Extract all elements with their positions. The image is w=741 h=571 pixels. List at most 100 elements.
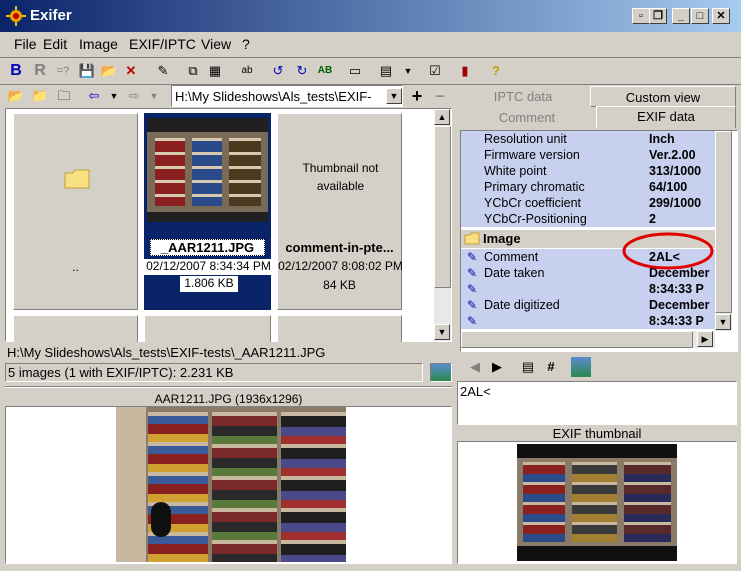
minimize-button[interactable]: _ xyxy=(672,8,690,24)
thumbnail-item[interactable] xyxy=(144,315,271,342)
thumbnail-date: 02/12/2007 8:08:02 PM xyxy=(278,259,403,273)
exif-row[interactable]: YCbCr coefficient 299/1000 xyxy=(466,196,714,212)
restore-window-button[interactable]: ❐ xyxy=(649,8,667,24)
table-icon[interactable]: ▦ xyxy=(205,61,225,81)
r-icon[interactable]: R xyxy=(30,61,50,81)
exif-row[interactable]: Resolution unit Inch xyxy=(466,132,714,148)
path-text: H:\My Slideshows\Als_tests\EXIF- xyxy=(175,89,372,104)
preview-caption: AAR1211.JPG (1936x1296) xyxy=(154,392,303,406)
tab-comment[interactable]: Comment xyxy=(458,108,596,128)
folder-open-icon[interactable]: 📂 xyxy=(6,86,26,106)
thumbnail-item[interactable] xyxy=(277,315,402,342)
thumbnail-size-box: 1.806 KB xyxy=(180,276,238,292)
title-bar[interactable] xyxy=(0,0,741,32)
thumbnail-size: 84 KB xyxy=(323,278,356,292)
comment-text: 2AL< xyxy=(460,384,491,399)
thumbnail-selected[interactable]: _AAR1211.JPG 02/12/2007 8:34:34 PM 1.806… xyxy=(142,113,275,310)
spellcheck-icon[interactable]: AB xyxy=(315,61,335,81)
image-count-text: 5 images (1 with EXIF/IPTC): 2.231 KB xyxy=(8,365,234,380)
scroll-down-button[interactable]: ▼ xyxy=(715,314,731,330)
tab-exif-data[interactable]: EXIF data xyxy=(596,106,736,128)
menu-view[interactable]: View xyxy=(201,36,231,52)
back-dropdown-icon[interactable]: ▼ xyxy=(104,86,124,106)
monitor-icon[interactable]: ▭ xyxy=(345,61,365,81)
image-group-label: Image xyxy=(483,231,521,246)
preview-image[interactable] xyxy=(116,407,346,562)
bold-b-icon[interactable]: B xyxy=(6,61,26,81)
thumbnail-photo xyxy=(147,118,268,222)
copy-icon[interactable]: ⧉ xyxy=(183,61,203,81)
scroll-down-button[interactable]: ▼ xyxy=(434,324,450,340)
close-button[interactable]: ✕ xyxy=(712,8,730,24)
phone-icon[interactable]: ▮ xyxy=(455,61,475,81)
folder-up-icon[interactable]: 📁 xyxy=(30,86,50,106)
back-arrow-icon[interactable]: ⇦ xyxy=(84,86,104,106)
app-icon xyxy=(6,6,26,26)
list-view-icon[interactable]: ▤ xyxy=(518,357,538,377)
rotate-right-icon[interactable]: ↻ xyxy=(292,61,312,81)
scroll-thumb[interactable] xyxy=(434,126,451,288)
edit-icon[interactable]: ✎ xyxy=(467,266,477,280)
exif-thumbnail-image[interactable] xyxy=(517,444,677,561)
delete-icon[interactable]: ✕ xyxy=(121,61,141,81)
grid-view-icon[interactable]: ▤ xyxy=(376,61,396,81)
edit-icon[interactable]: ✎ xyxy=(467,314,477,328)
open-folder-icon[interactable]: 📂 xyxy=(99,61,119,81)
scroll-thumb[interactable] xyxy=(461,331,693,348)
scroll-thumb[interactable] xyxy=(715,131,732,313)
thumbnail-item[interactable] xyxy=(13,315,138,342)
tab-custom-view[interactable]: Custom view xyxy=(590,86,736,107)
thumbnail-parent-folder[interactable]: .. xyxy=(13,113,138,310)
image-row[interactable]: ✎ Date digitized December xyxy=(466,298,714,314)
menu-file[interactable]: File xyxy=(14,36,37,52)
compare-icon[interactable]: =? xyxy=(53,61,73,81)
previous-icon[interactable]: ◀ xyxy=(465,357,485,377)
path-dropdown-button[interactable]: ▼ xyxy=(386,88,402,104)
edit-icon[interactable]: ✎ xyxy=(467,298,477,312)
restore-small-icon[interactable]: ▫ xyxy=(632,8,650,24)
edit-icon[interactable]: ✎ xyxy=(153,61,173,81)
image-view-icon[interactable] xyxy=(571,357,591,377)
tab-iptc-data[interactable]: IPTC data xyxy=(458,86,588,107)
dropdown-arrow-icon[interactable]: ▼ xyxy=(398,61,418,81)
folder-icon[interactable]: 🗀 xyxy=(54,86,74,106)
exif-vertical-scrollbar[interactable]: ▼ xyxy=(715,131,732,331)
menu-exif-iptc[interactable]: EXIF/IPTC xyxy=(129,36,196,52)
thumbnail-scrollbar[interactable]: ▲ ▼ xyxy=(434,109,451,341)
next-icon[interactable]: ▶ xyxy=(487,357,507,377)
help-icon[interactable]: ? xyxy=(486,61,506,81)
edit-icon[interactable]: ✎ xyxy=(467,282,477,296)
scroll-right-button[interactable]: ▶ xyxy=(697,331,713,347)
save-icon[interactable]: 💾 xyxy=(77,61,97,81)
exif-row[interactable]: YCbCr-Positioning 2 xyxy=(466,212,714,228)
exif-row[interactable]: Firmware version Ver.2.00 xyxy=(466,148,714,164)
thumbnail-size: 1.806 KB xyxy=(184,276,234,290)
menu-help[interactable]: ? xyxy=(242,36,250,52)
maximize-button[interactable]: □ xyxy=(691,8,709,24)
image-row[interactable]: ✎ 8:34:33 P xyxy=(466,314,714,330)
exif-thumbnail-caption: EXIF thumbnail xyxy=(552,426,642,441)
image-row[interactable]: ✎ 8:34:33 P xyxy=(466,282,714,298)
remove-icon[interactable]: − xyxy=(430,86,450,106)
rotate-left-icon[interactable]: ↺ xyxy=(268,61,288,81)
forward-dropdown-icon[interactable]: ▼ xyxy=(144,86,164,106)
thumbnail-item[interactable]: Thumbnail not available comment-in-pte..… xyxy=(277,113,403,310)
check-list-icon[interactable]: ☑ xyxy=(425,61,445,81)
exif-row[interactable]: White point 313/1000 xyxy=(466,164,714,180)
edit-icon[interactable]: ✎ xyxy=(467,250,477,264)
exif-row[interactable]: Primary chromatic 64/100 xyxy=(466,180,714,196)
number-icon[interactable]: # xyxy=(541,357,561,377)
replace-icon[interactable]: ab xyxy=(237,61,257,81)
comment-textbox[interactable]: 2AL< xyxy=(457,381,737,425)
scroll-up-button[interactable]: ▲ xyxy=(434,109,450,125)
forward-arrow-icon[interactable]: ⇨ xyxy=(124,86,144,106)
thumbnail-caption: _AAR1211.JPG xyxy=(160,240,255,255)
menu-image[interactable]: Image xyxy=(79,36,118,52)
folder-icon xyxy=(64,169,90,189)
exif-horizontal-scrollbar[interactable]: ▶ xyxy=(461,331,715,348)
status-image-icon[interactable] xyxy=(430,363,452,382)
thumbnail-placeholder: Thumbnail not available xyxy=(302,161,379,193)
add-icon[interactable]: + xyxy=(407,86,427,106)
menu-edit[interactable]: Edit xyxy=(43,36,67,52)
path-combobox[interactable]: H:\My Slideshows\Als_tests\EXIF- ▼ xyxy=(171,85,403,107)
